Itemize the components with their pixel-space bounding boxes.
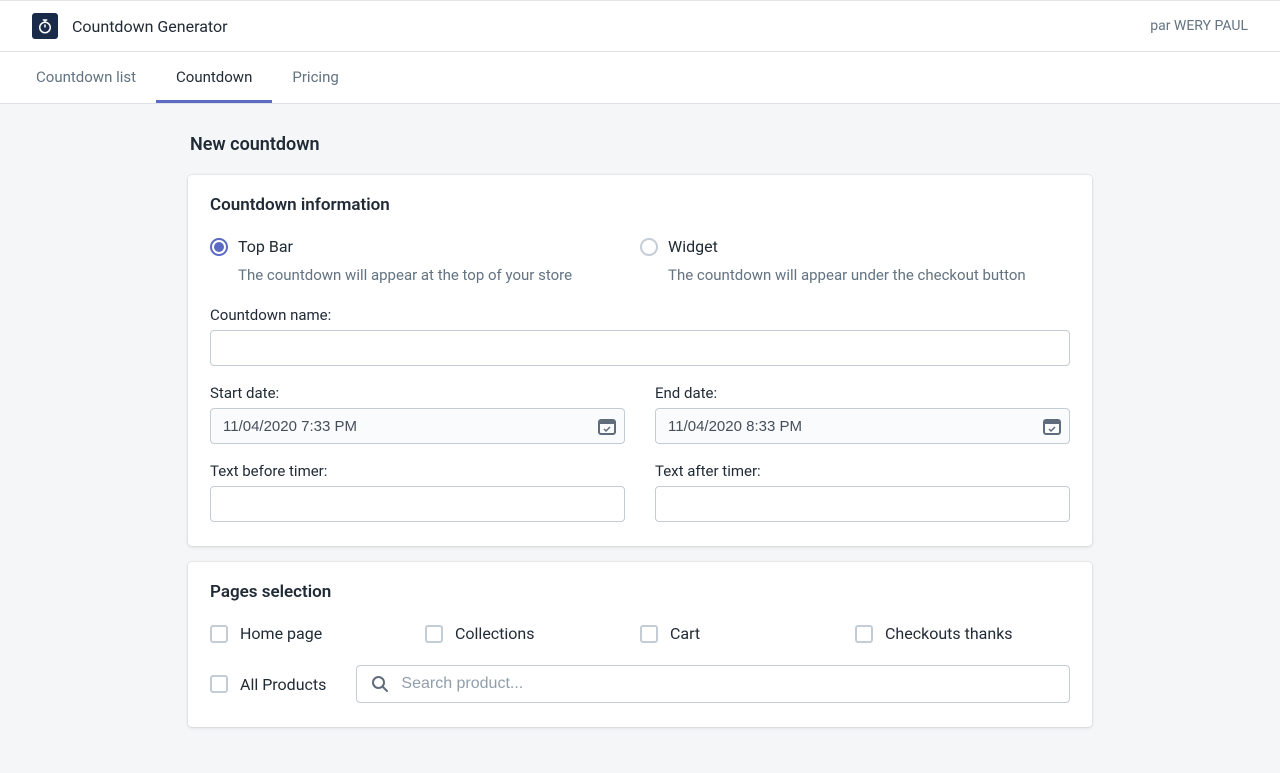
end-date-label: End date: xyxy=(655,384,1070,402)
pages-selection-card: Pages selection Home page Collections Ca… xyxy=(188,562,1092,727)
start-date-label: Start date: xyxy=(210,384,625,402)
header-left: Countdown Generator xyxy=(32,13,228,39)
countdown-info-card: Countdown information Top Bar The countd… xyxy=(188,175,1092,546)
pages-checkbox-row: Home page Collections Cart Checkouts tha… xyxy=(210,624,1070,643)
checkbox-checkouts-thanks-label: Checkouts thanks xyxy=(885,624,1013,643)
card-title-pages: Pages selection xyxy=(210,582,1070,602)
app-title: Countdown Generator xyxy=(72,17,228,36)
radio-widget-label: Widget xyxy=(668,237,718,256)
tab-countdown[interactable]: Countdown xyxy=(156,52,272,103)
text-after-label: Text after timer: xyxy=(655,462,1070,480)
checkbox-collections-label: Collections xyxy=(455,624,535,643)
app-header: Countdown Generator par WERY PAUL xyxy=(0,0,1280,52)
checkbox-all-products[interactable] xyxy=(210,675,228,693)
checkbox-cart-label: Cart xyxy=(670,624,700,643)
app-logo-icon xyxy=(32,13,58,39)
checkbox-home-page-label: Home page xyxy=(240,624,322,643)
countdown-name-label: Countdown name: xyxy=(210,306,1070,324)
placement-radio-group: Top Bar The countdown will appear at the… xyxy=(210,237,1070,284)
radio-top-bar-label: Top Bar xyxy=(238,237,293,256)
page-content: New countdown Countdown information Top … xyxy=(188,104,1092,773)
checkbox-all-products-label: All Products xyxy=(240,675,326,694)
tabs-nav: Countdown list Countdown Pricing xyxy=(0,52,1280,104)
page-title: New countdown xyxy=(188,134,1092,155)
checkbox-checkouts-thanks[interactable] xyxy=(855,625,873,643)
checkbox-cart[interactable] xyxy=(640,625,658,643)
tab-countdown-list[interactable]: Countdown list xyxy=(16,52,156,103)
countdown-name-input[interactable] xyxy=(210,330,1070,366)
product-selection-row: All Products xyxy=(210,665,1070,703)
text-before-label: Text before timer: xyxy=(210,462,625,480)
text-before-input[interactable] xyxy=(210,486,625,522)
search-product-input[interactable] xyxy=(356,665,1070,703)
card-title-info: Countdown information xyxy=(210,195,1070,215)
text-after-input[interactable] xyxy=(655,486,1070,522)
start-date-input[interactable] xyxy=(210,408,625,444)
radio-widget-desc: The countdown will appear under the chec… xyxy=(640,266,1070,284)
search-icon xyxy=(370,674,390,694)
end-date-input[interactable] xyxy=(655,408,1070,444)
checkbox-collections[interactable] xyxy=(425,625,443,643)
checkbox-home-page[interactable] xyxy=(210,625,228,643)
radio-top-bar-desc: The countdown will appear at the top of … xyxy=(210,266,640,284)
radio-widget[interactable] xyxy=(640,238,658,256)
radio-top-bar[interactable] xyxy=(210,238,228,256)
tab-pricing[interactable]: Pricing xyxy=(272,52,358,103)
byline: par WERY PAUL xyxy=(1150,18,1248,34)
